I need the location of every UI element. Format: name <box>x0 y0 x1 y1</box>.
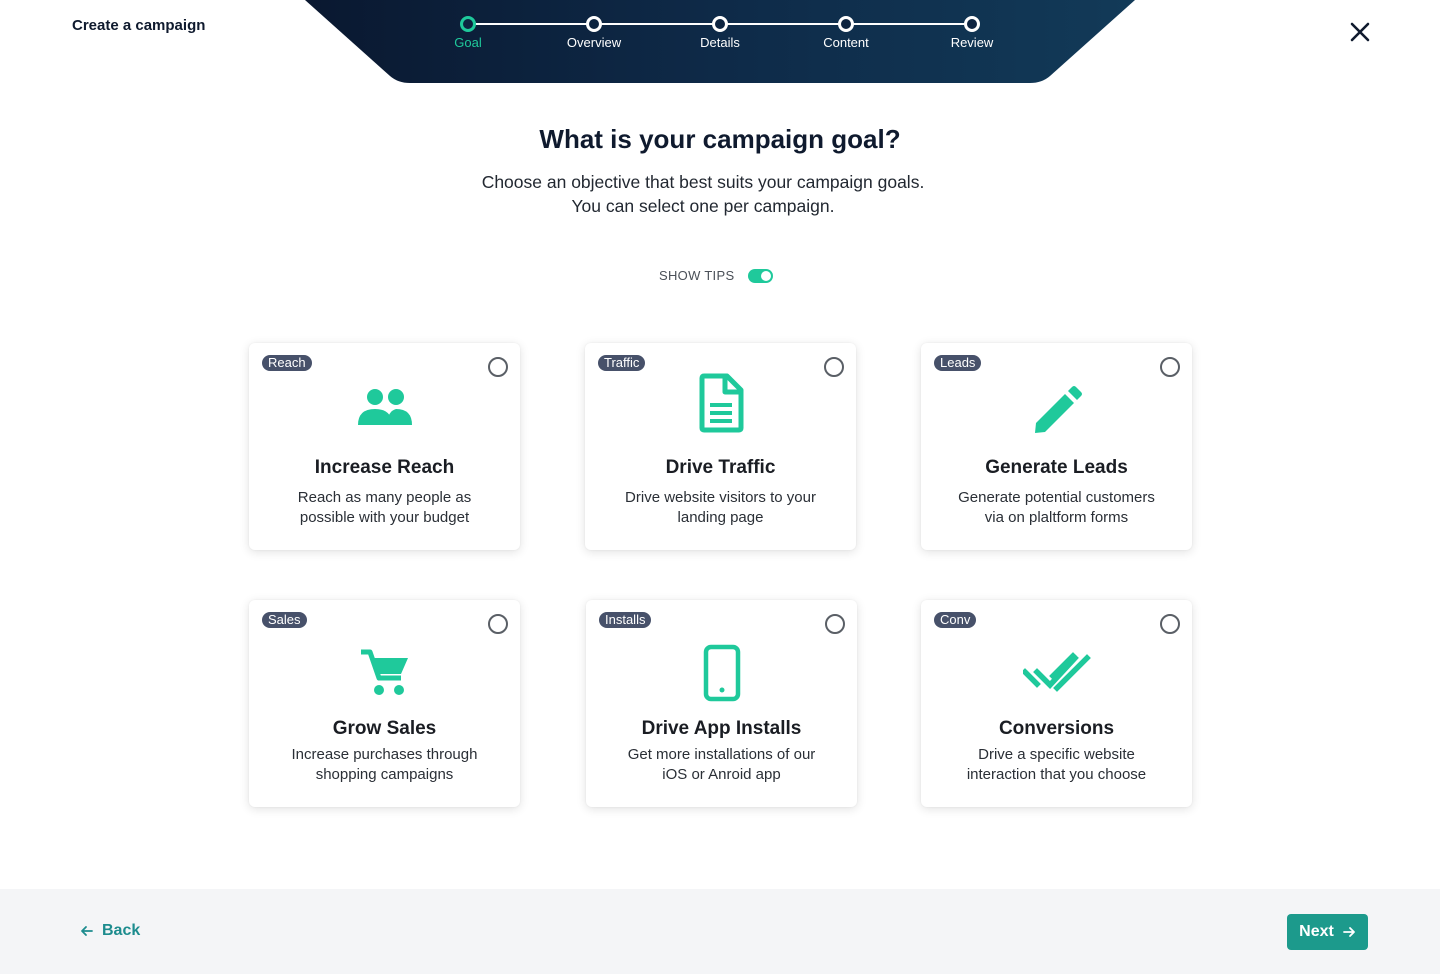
show-tips-toggle[interactable] <box>748 268 774 283</box>
step-label: Overview <box>566 35 622 50</box>
step-indicator <box>838 16 854 32</box>
goal-description: Increase purchases through shopping camp… <box>291 746 478 783</box>
pencil-icon <box>921 385 1192 437</box>
back-button-label: Back <box>102 922 141 939</box>
page-header-title: Create a campaign <box>72 17 206 34</box>
goal-radio[interactable] <box>1160 614 1180 634</box>
goal-card-installs[interactable]: Installs Drive App Installs Get more ins… <box>586 600 857 807</box>
goal-card-conversions[interactable]: Conv Conversions Drive a specific websit… <box>921 600 1192 807</box>
step-label: Goal <box>454 35 482 50</box>
step-content[interactable]: Content <box>796 16 896 50</box>
goal-description: Drive a specific website interaction tha… <box>966 746 1147 783</box>
goal-title: Increase Reach <box>314 457 455 478</box>
step-indicator <box>964 16 980 32</box>
goal-description: Get more installations of our iOS or Anr… <box>627 746 816 783</box>
arrow-right-icon <box>1342 927 1355 937</box>
step-label: Content <box>823 35 869 50</box>
goal-title: Generate Leads <box>985 457 1128 478</box>
goal-description: Reach as many people as possible with yo… <box>297 489 472 526</box>
double-check-icon <box>921 652 1192 694</box>
step-details[interactable]: Details <box>670 16 770 50</box>
step-review[interactable]: Review <box>922 16 1022 50</box>
step-label: Review <box>950 35 994 50</box>
page-subtitle: Choose an objective that best suits your… <box>481 172 925 216</box>
goal-tag: Sales <box>262 612 307 628</box>
close-button[interactable] <box>1346 18 1374 46</box>
page-title: What is your campaign goal? <box>539 124 901 154</box>
arrow-left-icon <box>81 926 93 936</box>
goal-card-leads[interactable]: Leads Generate Leads Generate potential … <box>921 343 1192 550</box>
goal-title: Drive App Installs <box>641 718 802 739</box>
people-icon <box>249 387 520 427</box>
goal-tag: Conv <box>934 612 977 628</box>
goal-tag: Installs <box>599 612 652 628</box>
goal-radio[interactable] <box>825 614 845 634</box>
step-indicator <box>712 16 728 32</box>
goal-card-sales[interactable]: Sales Grow Sales Increase purchases thro… <box>249 600 520 807</box>
next-button-label: Next <box>1299 923 1334 940</box>
goal-radio[interactable] <box>488 357 508 377</box>
goal-description: Drive website visitors to your landing p… <box>625 489 816 526</box>
goal-title: Grow Sales <box>332 718 437 739</box>
show-tips-label: SHOW TIPS <box>659 268 735 283</box>
close-icon <box>1350 22 1370 42</box>
document-icon <box>585 373 856 433</box>
next-button[interactable]: Next <box>1287 914 1368 950</box>
goal-radio[interactable] <box>488 614 508 634</box>
toggle-knob <box>761 270 772 281</box>
cart-icon <box>249 648 520 698</box>
goal-description: Generate potential customers via on plal… <box>958 489 1155 526</box>
progress-stepper: Goal Overview Details Content Review <box>305 0 1135 83</box>
back-button[interactable]: Back <box>80 922 140 940</box>
step-goal[interactable]: Goal <box>418 16 518 50</box>
goal-radio[interactable] <box>1160 357 1180 377</box>
goal-card-reach[interactable]: Reach Increase Reach Reach as many peopl… <box>249 343 520 550</box>
goal-tag: Traffic <box>598 355 646 371</box>
phone-icon <box>586 644 857 702</box>
goal-title: Conversions <box>998 718 1115 739</box>
goal-card-traffic[interactable]: Traffic Drive Traffic Drive website visi… <box>585 343 856 550</box>
step-label: Details <box>700 35 740 50</box>
goal-tag: Reach <box>262 355 312 371</box>
step-indicator <box>460 16 476 32</box>
footer-bar <box>0 889 1440 974</box>
step-indicator <box>586 16 602 32</box>
goal-title: Drive Traffic <box>665 457 776 478</box>
step-overview[interactable]: Overview <box>544 16 644 50</box>
show-tips-control: SHOW TIPS <box>659 268 774 283</box>
goal-tag: Leads <box>934 355 982 371</box>
